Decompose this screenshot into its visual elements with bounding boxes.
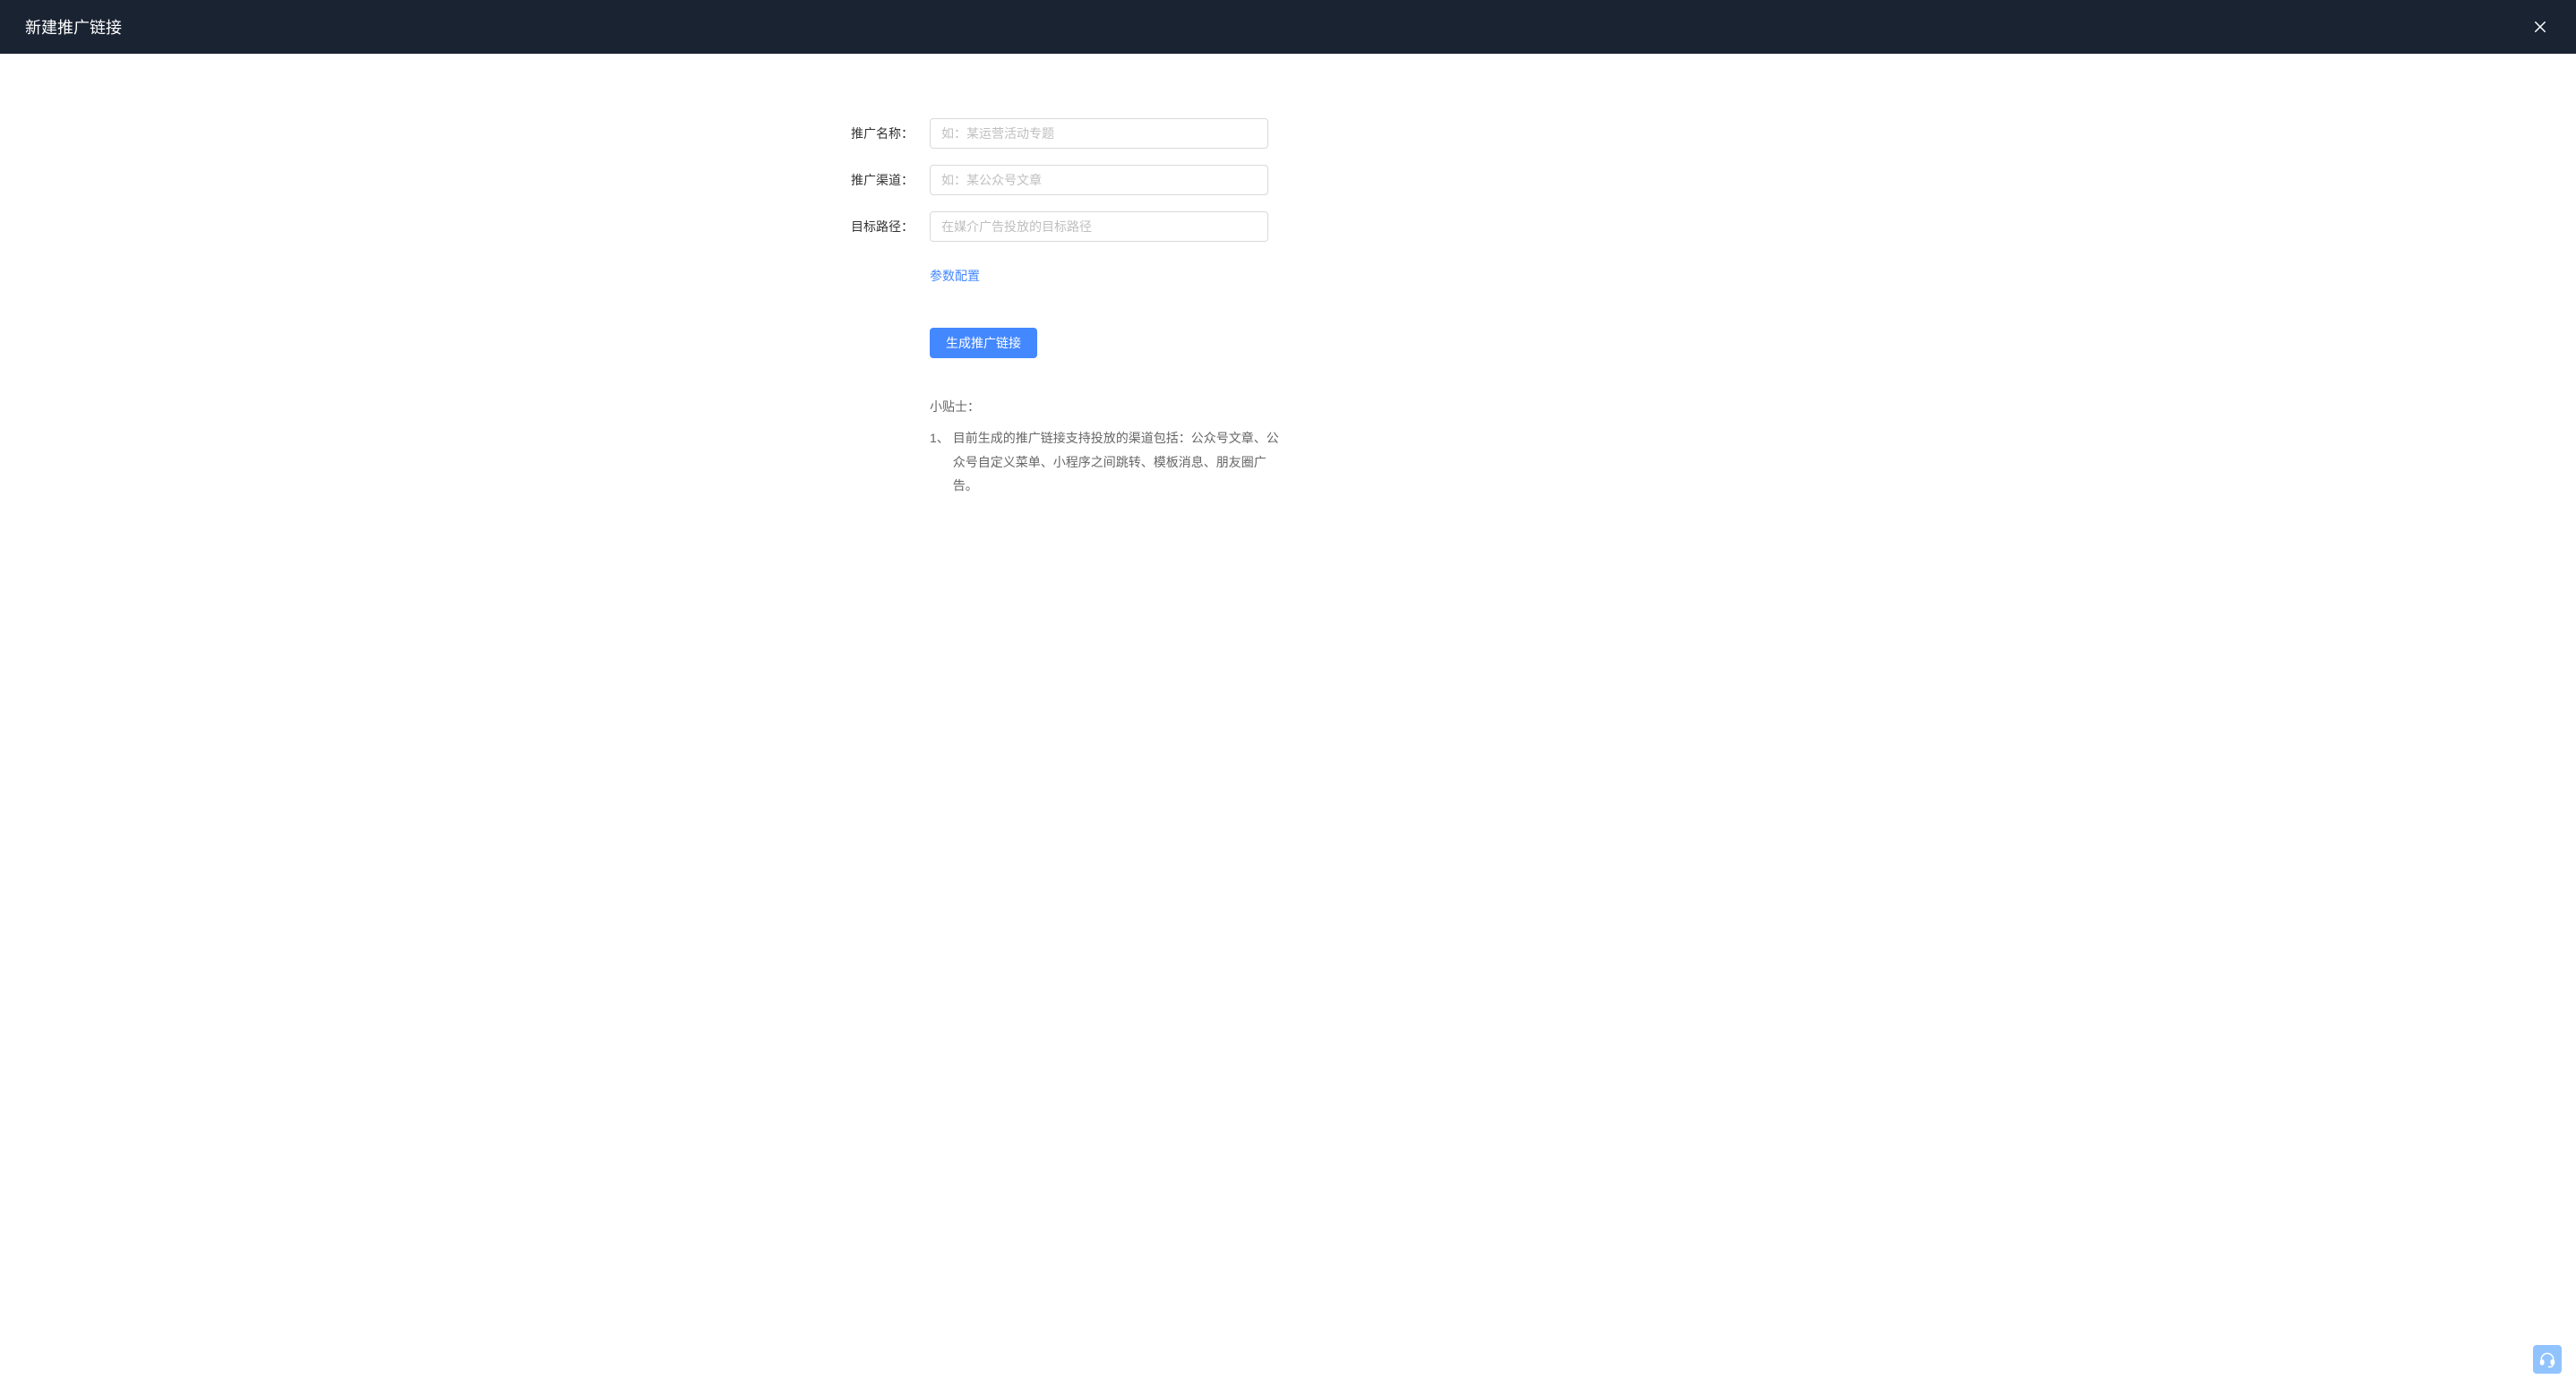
- tips-item: 1、 目前生成的推广链接支持投放的渠道包括：公众号文章、公众号自定义菜单、小程序…: [930, 426, 1736, 498]
- modal-header: 新建推广链接: [0, 0, 2576, 54]
- close-button[interactable]: [2529, 16, 2551, 38]
- form-row-name: 推广名称：: [840, 118, 1736, 149]
- path-input[interactable]: [930, 211, 1268, 242]
- form-row-channel: 推广渠道：: [840, 165, 1736, 195]
- close-icon: [2532, 19, 2548, 35]
- tips-item-text: 目前生成的推广链接支持投放的渠道包括：公众号文章、公众号自定义菜单、小程序之间跳…: [949, 426, 1290, 498]
- page-title: 新建推广链接: [25, 15, 122, 39]
- button-row: 生成推广链接: [840, 285, 1736, 358]
- name-input[interactable]: [930, 118, 1268, 149]
- tips-title: 小贴士：: [930, 398, 1736, 416]
- params-config-link[interactable]: 参数配置: [930, 267, 980, 285]
- path-label: 目标路径：: [840, 218, 930, 236]
- channel-label: 推广渠道：: [840, 171, 930, 189]
- name-label: 推广名称：: [840, 124, 930, 142]
- tips-item-num: 1、: [930, 426, 949, 498]
- params-row: 参数配置: [840, 258, 1736, 285]
- tips-section: 小贴士： 1、 目前生成的推广链接支持投放的渠道包括：公众号文章、公众号自定义菜…: [840, 398, 1736, 498]
- generate-button[interactable]: 生成推广链接: [930, 328, 1037, 358]
- form-row-path: 目标路径：: [840, 211, 1736, 242]
- float-help-button[interactable]: [2533, 1345, 2562, 1374]
- headset-icon: [2538, 1350, 2556, 1368]
- form-container: 推广名称： 推广渠道： 目标路径： 参数配置 生成推广链接 小贴士： 1、 目前…: [840, 54, 1736, 498]
- channel-input[interactable]: [930, 165, 1268, 195]
